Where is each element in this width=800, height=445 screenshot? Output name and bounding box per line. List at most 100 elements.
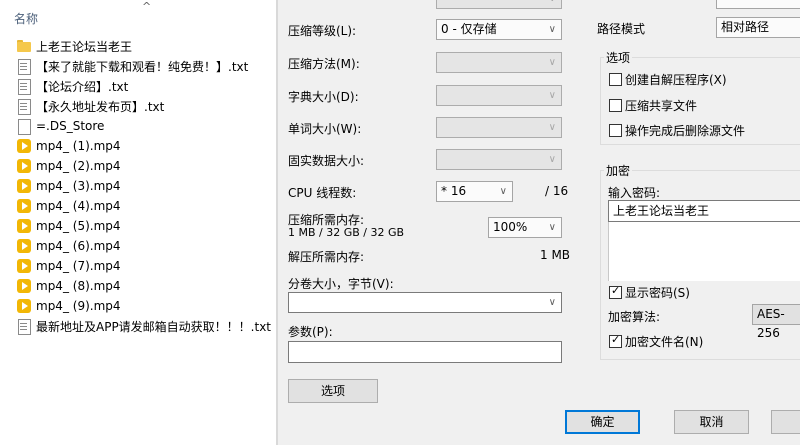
file-name: mp4_ (4).mp4 bbox=[36, 199, 121, 213]
file-row[interactable]: mp4_ (1).mp4 bbox=[0, 136, 276, 156]
password-input[interactable]: 上老王论坛当老王 bbox=[608, 200, 800, 222]
compression-method-select[interactable]: ∨ bbox=[436, 52, 562, 73]
file-explorer-pane: ^ 名称 上老王论坛当老王【来了就能下载和观看！纯免费！】.txt 【论坛介绍】.… bbox=[0, 0, 276, 445]
encryption-method-select[interactable]: AES-256 bbox=[752, 304, 800, 340]
parameters-label: 参数(P): bbox=[288, 325, 333, 339]
chevron-down-icon: ∨ bbox=[499, 186, 507, 197]
memory-percent-select[interactable]: 100% ∨ bbox=[488, 217, 562, 238]
archive-format-combo-partial: ∨ bbox=[436, 0, 562, 9]
word-size-select[interactable]: ∨ bbox=[436, 117, 562, 138]
file-row[interactable]: 上老王论坛当老王 bbox=[0, 36, 276, 56]
encrypt-names-label: 加密文件名(N) bbox=[625, 335, 704, 349]
file-row[interactable]: mp4_ (7).mp4 bbox=[0, 256, 276, 276]
delete-after-box bbox=[609, 124, 622, 137]
show-password-label: 显示密码(S) bbox=[625, 286, 690, 300]
media-file-icon bbox=[16, 298, 32, 314]
cpu-threads-total: / 16 bbox=[545, 184, 569, 198]
chevron-down-icon: ∨ bbox=[548, 154, 556, 165]
compression-level-value: 0 - 仅存储 bbox=[441, 22, 497, 36]
chevron-down-icon: ∨ bbox=[548, 57, 556, 68]
text-file-icon bbox=[16, 58, 32, 75]
file-row[interactable]: =.DS_Store bbox=[0, 116, 276, 136]
create-sfx-checkbox[interactable]: 创建自解压程序(X) bbox=[609, 71, 727, 88]
chevron-down-icon: ∨ bbox=[548, 122, 556, 133]
compress-shared-checkbox[interactable]: 压缩共享文件 bbox=[609, 97, 697, 114]
blank-file-icon bbox=[16, 118, 32, 135]
compression-level-select[interactable]: 0 - 仅存储 ∨ bbox=[436, 19, 562, 40]
file-name: 最新地址及APP请发邮箱自动获取！！！.txt bbox=[36, 319, 272, 334]
split-volume-combo[interactable]: ∨ bbox=[288, 292, 562, 313]
encryption-group-title: 加密 bbox=[604, 162, 633, 179]
file-name: =.DS_Store bbox=[36, 119, 105, 133]
file-name: mp4_ (1).mp4 bbox=[36, 139, 121, 153]
media-file-icon bbox=[16, 258, 32, 274]
parameters-input[interactable] bbox=[288, 341, 562, 363]
column-header[interactable]: ^ 名称 bbox=[0, 0, 276, 32]
update-mode-combo-partial bbox=[716, 0, 800, 9]
memory-compress-detail: 1 MB / 32 GB / 32 GB bbox=[288, 226, 405, 239]
word-size-label: 单词大小(W): bbox=[288, 122, 362, 136]
column-name-header[interactable]: 名称 bbox=[14, 10, 38, 27]
file-name: 【永久地址发布页】.txt bbox=[36, 99, 165, 114]
path-mode-select[interactable]: 相对路径 bbox=[716, 17, 800, 38]
dictionary-size-label: 字典大小(D): bbox=[288, 90, 359, 104]
file-row[interactable]: mp4_ (4).mp4 bbox=[0, 196, 276, 216]
file-name: mp4_ (2).mp4 bbox=[36, 159, 121, 173]
file-row[interactable]: mp4_ (2).mp4 bbox=[0, 156, 276, 176]
text-file-icon bbox=[16, 98, 32, 115]
media-file-icon bbox=[16, 218, 32, 234]
solid-block-size-select[interactable]: ∨ bbox=[436, 149, 562, 170]
show-password-checkbox[interactable]: 显示密码(S) bbox=[609, 284, 690, 301]
create-sfx-label: 创建自解压程序(X) bbox=[625, 73, 727, 87]
archive-dialog: ∨ 压缩等级(L): 0 - 仅存储 ∨ 压缩方法(M): ∨ 字典大小(D):… bbox=[278, 0, 800, 445]
media-file-icon bbox=[16, 158, 32, 174]
memory-percent-value: 100% bbox=[493, 220, 528, 234]
options-button[interactable]: 选项 bbox=[288, 379, 378, 403]
encrypt-names-box bbox=[609, 333, 622, 348]
file-row[interactable]: 最新地址及APP请发邮箱自动获取！！！.txt bbox=[0, 316, 276, 336]
file-list: 上老王论坛当老王【来了就能下载和观看！纯免费！】.txt 【论坛介绍】.txt 【永… bbox=[0, 36, 276, 336]
dictionary-size-select[interactable]: ∨ bbox=[436, 85, 562, 106]
sort-ascending-icon: ^ bbox=[142, 0, 152, 13]
cpu-threads-label: CPU 线程数: bbox=[288, 186, 357, 200]
compression-method-label: 压缩方法(M): bbox=[288, 57, 360, 71]
encrypt-names-checkbox[interactable]: 加密文件名(N) bbox=[609, 333, 703, 350]
create-sfx-box bbox=[609, 73, 622, 86]
help-button-partial[interactable] bbox=[771, 410, 800, 434]
media-file-icon bbox=[16, 278, 32, 294]
path-mode-value: 相对路径 bbox=[721, 20, 770, 34]
file-name: 【论坛介绍】.txt bbox=[36, 79, 129, 94]
file-name: 上老王论坛当老王 bbox=[36, 39, 133, 54]
path-mode-label: 路径模式 bbox=[597, 22, 646, 36]
delete-after-checkbox[interactable]: 操作完成后删除源文件 bbox=[609, 122, 745, 139]
file-row[interactable]: 【论坛介绍】.txt bbox=[0, 76, 276, 96]
show-password-box bbox=[609, 284, 622, 299]
file-name: mp4_ (7).mp4 bbox=[36, 259, 121, 273]
delete-after-label: 操作完成后删除源文件 bbox=[625, 124, 746, 138]
compress-shared-label: 压缩共享文件 bbox=[625, 99, 698, 113]
file-name: mp4_ (9).mp4 bbox=[36, 299, 121, 313]
file-row[interactable]: mp4_ (8).mp4 bbox=[0, 276, 276, 296]
password-label: 输入密码: bbox=[608, 186, 661, 200]
media-file-icon bbox=[16, 138, 32, 154]
ok-button[interactable]: 确定 bbox=[565, 410, 640, 434]
file-row[interactable]: mp4_ (6).mp4 bbox=[0, 236, 276, 256]
chevron-down-icon: ∨ bbox=[548, 222, 556, 233]
password-input-area bbox=[608, 221, 800, 281]
memory-decompress-label: 解压所需内存: bbox=[288, 250, 365, 264]
cpu-threads-select[interactable]: * 16 ∨ bbox=[436, 181, 513, 202]
file-row[interactable]: 【永久地址发布页】.txt bbox=[0, 96, 276, 116]
file-row[interactable]: 【来了就能下载和观看！纯免费！】.txt bbox=[0, 56, 276, 76]
cpu-threads-value: * 16 bbox=[441, 184, 467, 198]
file-name: mp4_ (3).mp4 bbox=[36, 179, 121, 193]
file-row[interactable]: mp4_ (3).mp4 bbox=[0, 176, 276, 196]
compress-shared-box bbox=[609, 99, 622, 112]
options-group-title: 选项 bbox=[604, 49, 633, 66]
cancel-button[interactable]: 取消 bbox=[674, 410, 749, 434]
file-row[interactable]: mp4_ (9).mp4 bbox=[0, 296, 276, 316]
text-file-icon bbox=[16, 318, 32, 335]
compression-level-label: 压缩等级(L): bbox=[288, 24, 357, 38]
file-name: mp4_ (6).mp4 bbox=[36, 239, 121, 253]
file-row[interactable]: mp4_ (5).mp4 bbox=[0, 216, 276, 236]
text-file-icon bbox=[16, 78, 32, 95]
